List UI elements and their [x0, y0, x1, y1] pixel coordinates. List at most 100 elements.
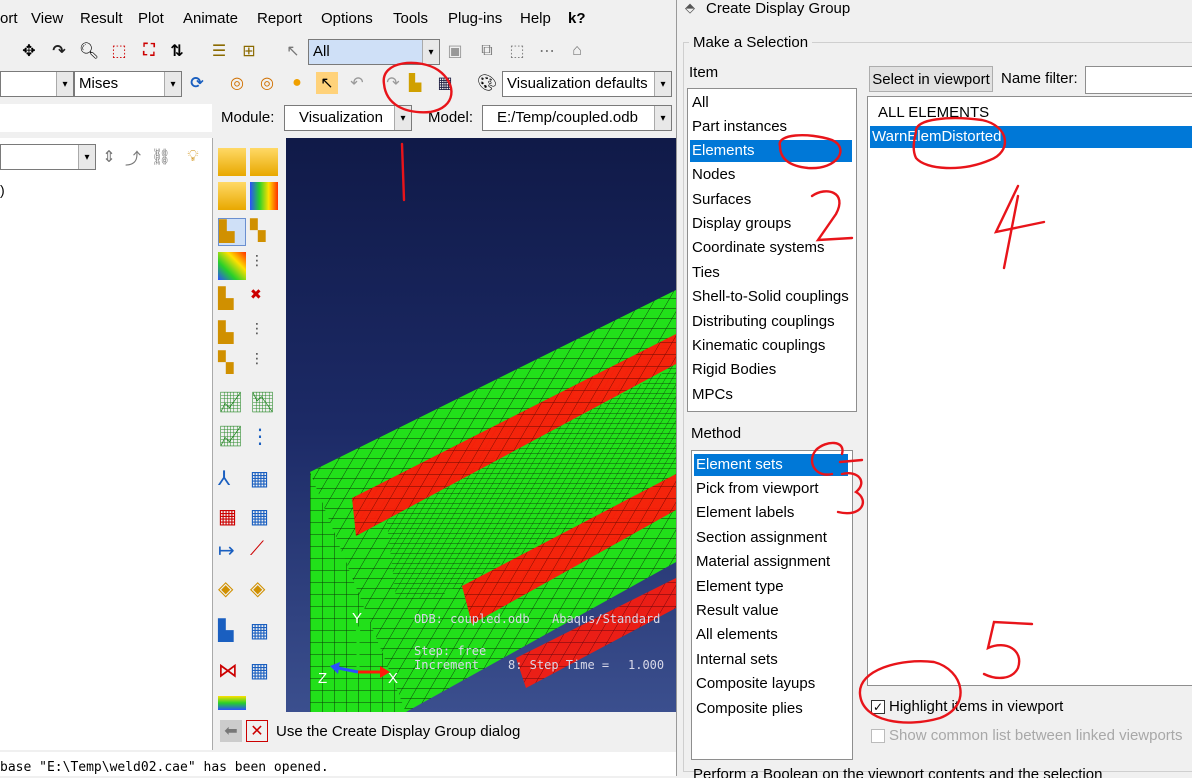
show-common-checkbox[interactable]: [871, 729, 885, 743]
box-select-icon[interactable]: ⬚: [506, 40, 528, 62]
xy-table-icon[interactable]: ▦: [218, 504, 246, 532]
menu-help[interactable]: Help: [520, 10, 551, 27]
item-surfaces[interactable]: Surfaces: [690, 189, 751, 211]
step-combo[interactable]: ▾: [0, 71, 74, 97]
redo-icon[interactable]: ↷: [382, 72, 404, 94]
method-composite-plies[interactable]: Composite plies: [694, 698, 803, 720]
select-pointer-icon[interactable]: ↖: [282, 40, 304, 62]
select-in-viewport-button[interactable]: Select in viewport: [869, 66, 993, 92]
method-pick-from-viewport[interactable]: Pick from viewport: [694, 478, 819, 500]
rotate-icon[interactable]: ↷: [48, 40, 70, 62]
symbol-plot-icon[interactable]: ▙: [218, 286, 246, 314]
auto-fit-icon[interactable]: ⛶: [138, 40, 160, 62]
cycle-views-icon[interactable]: ⇅: [166, 40, 188, 62]
material-options-icon[interactable]: ⋮: [250, 320, 278, 348]
animate-icon[interactable]: ▚: [218, 350, 246, 378]
menu-tools[interactable]: Tools: [393, 10, 428, 27]
spectrum-icon[interactable]: [218, 696, 246, 710]
stream-manager-icon[interactable]: ◈: [250, 576, 278, 604]
plot-contours-icon[interactable]: [218, 182, 246, 210]
item-mpcs[interactable]: MPCs: [690, 384, 733, 406]
plot-allowable-icon[interactable]: ▙: [218, 218, 246, 246]
probe-manager-icon[interactable]: ▦: [250, 658, 278, 686]
method-internal-sets[interactable]: Internal sets: [694, 649, 778, 671]
item-elements[interactable]: Elements: [690, 140, 852, 162]
set-list[interactable]: ALL ELEMENTS WarnElemDistorted: [867, 96, 1192, 686]
item-distributing-couplings[interactable]: Distributing couplings: [690, 311, 835, 333]
item-rigid-bodies[interactable]: Rigid Bodies: [690, 359, 776, 381]
item-part-instances[interactable]: Part instances: [690, 116, 787, 138]
contour-options-icon[interactable]: ⋮: [250, 252, 278, 280]
display-group-manager-icon[interactable]: ▦: [434, 72, 456, 94]
xy-plot-icon[interactable]: 📈︎: [218, 390, 246, 418]
menu-view[interactable]: View: [31, 10, 63, 27]
magnify-icon[interactable]: 🔍︎: [78, 40, 100, 62]
name-filter-input[interactable]: [1085, 66, 1192, 94]
menu-report-2[interactable]: Report: [257, 10, 302, 27]
model-combo[interactable]: E:/Temp/coupled.odb ▾: [482, 105, 672, 131]
symbol-options-icon[interactable]: ✖: [250, 286, 278, 314]
lightbulb-icon[interactable]: 💡︎: [182, 146, 204, 168]
method-result-value[interactable]: Result value: [694, 600, 779, 622]
item-shell-to-solid[interactable]: Shell-to-Solid couplings: [690, 286, 849, 308]
plot-deformed-icon[interactable]: [250, 148, 278, 176]
probe-icon[interactable]: ⋈: [218, 658, 246, 686]
method-section-assignment[interactable]: Section assignment: [694, 527, 827, 549]
display-group-icon[interactable]: ▙: [404, 72, 426, 94]
tree-filter-combo[interactable]: ▾: [0, 144, 96, 170]
view-options-icon[interactable]: ☰: [208, 40, 230, 62]
free-body-manager-icon[interactable]: ▦: [250, 618, 278, 646]
legend-icon[interactable]: ⋮: [250, 424, 278, 452]
contour-plot-icon[interactable]: [218, 252, 246, 280]
xy-manager-icon[interactable]: ▦: [250, 504, 278, 532]
query-icon[interactable]: ↖: [316, 72, 338, 94]
translucency-icon[interactable]: ◎: [256, 72, 278, 94]
material-orient-icon[interactable]: ▙: [218, 320, 246, 348]
method-material-assignment[interactable]: Material assignment: [694, 551, 830, 573]
filter-icon[interactable]: ⛓: [150, 146, 172, 168]
sort-icon[interactable]: ⇕: [98, 146, 120, 168]
cube-select-icon[interactable]: ⧉: [476, 40, 498, 62]
set-all-elements[interactable]: ALL ELEMENTS: [876, 102, 989, 124]
node-select-icon[interactable]: ⋯: [536, 40, 558, 62]
path-icon[interactable]: ↦: [218, 538, 246, 566]
highlight-checkbox[interactable]: ✓: [871, 700, 885, 714]
back-arrow-icon[interactable]: ⬅: [220, 720, 242, 742]
free-body-icon[interactable]: ▙: [218, 618, 246, 646]
path-plot-icon[interactable]: ⟋: [250, 538, 278, 566]
plot-symbols-icon[interactable]: [250, 182, 278, 210]
item-all[interactable]: All: [690, 92, 709, 114]
render-style-icon[interactable]: ◎: [226, 72, 248, 94]
menu-report[interactable]: ort: [0, 10, 18, 27]
cancel-icon[interactable]: ✕: [246, 720, 268, 742]
display-options-icon[interactable]: ⊞: [238, 40, 260, 62]
item-kinematic-couplings[interactable]: Kinematic couplings: [690, 335, 825, 357]
plot-undeformed-icon[interactable]: [218, 148, 246, 176]
item-display-groups[interactable]: Display groups: [690, 213, 791, 235]
item-ties[interactable]: Ties: [690, 262, 720, 284]
item-coordinate-systems[interactable]: Coordinate systems: [690, 237, 825, 259]
shaded-icon[interactable]: ●: [286, 72, 308, 94]
xy-data-icon[interactable]: 📉︎: [250, 390, 278, 418]
field-output-combo[interactable]: Mises ▾: [74, 71, 182, 97]
view-cut-manager-icon[interactable]: ▦: [250, 466, 278, 494]
box-zoom-icon[interactable]: ⬚: [108, 40, 130, 62]
item-nodes[interactable]: Nodes: [690, 164, 735, 186]
pan-icon[interactable]: ✥: [18, 40, 40, 62]
folder-up-icon[interactable]: ⤴: [122, 146, 144, 168]
context-help-icon[interactable]: k?: [568, 10, 586, 27]
method-all-elements[interactable]: All elements: [694, 624, 778, 646]
set-warn-elem-distorted[interactable]: WarnElemDistorted: [870, 126, 1192, 148]
visualization-defaults-combo[interactable]: Visualization defaults ▾: [502, 71, 672, 97]
history-output-icon[interactable]: 📈︎: [218, 424, 246, 452]
method-element-type[interactable]: Element type: [694, 576, 784, 598]
refresh-icon[interactable]: ⟳: [186, 72, 208, 94]
animate-options-icon[interactable]: ⋮: [250, 350, 278, 378]
palette-icon[interactable]: 🎨︎: [476, 72, 498, 94]
method-element-sets[interactable]: Element sets: [694, 454, 848, 476]
stream-icon[interactable]: ◈: [218, 576, 246, 604]
method-composite-layups[interactable]: Composite layups: [694, 673, 815, 695]
highlight-icon[interactable]: ▣: [444, 40, 466, 62]
undo-icon[interactable]: ↶: [346, 72, 368, 94]
menu-result[interactable]: Result: [80, 10, 123, 27]
